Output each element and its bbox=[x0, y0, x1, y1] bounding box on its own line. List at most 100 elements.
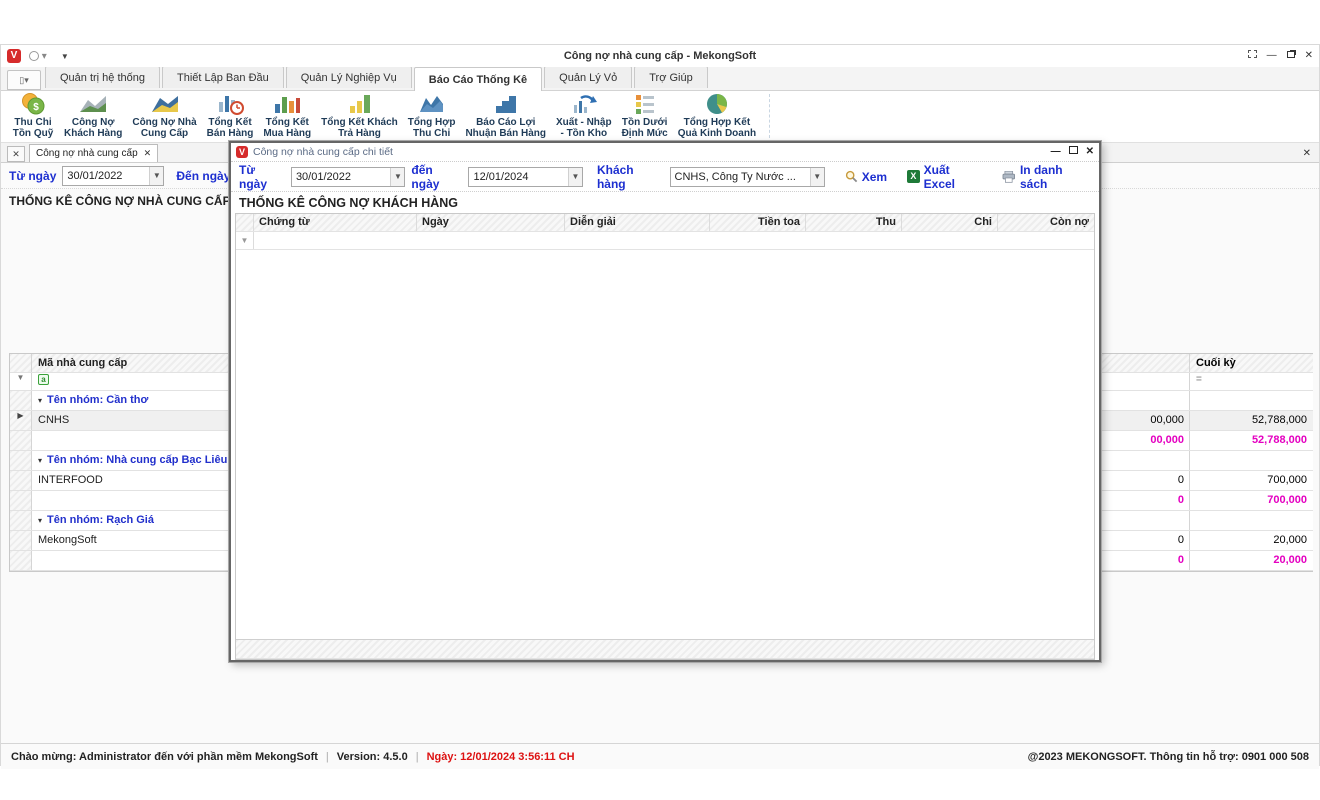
tab-close-icon[interactable]: ✕ bbox=[144, 145, 152, 162]
export-excel-button[interactable]: X Xuất Excel bbox=[907, 163, 982, 191]
area-blue-icon bbox=[150, 92, 180, 116]
customer-value: CNHS, Công Ty Nước ... bbox=[671, 171, 810, 183]
column-header-chungtu[interactable]: Chứng từ bbox=[254, 214, 417, 231]
main-from-date-value: 30/01/2022 bbox=[63, 170, 149, 182]
export-excel-label: Xuất Excel bbox=[924, 163, 983, 191]
app-logo-icon: V bbox=[7, 49, 21, 63]
toolbar-button-label: Công Nợ Khách Hàng bbox=[64, 117, 122, 139]
group-total-cuoi-ky: 20,000 bbox=[1190, 551, 1313, 570]
row-indicator bbox=[10, 491, 32, 510]
area-gray-icon bbox=[78, 92, 108, 116]
tabstrip-close-button[interactable]: ✕ bbox=[1303, 146, 1311, 162]
tab-cong-no-nha-cung-cap[interactable]: Công nợ nhà cung cấp ✕ bbox=[29, 144, 158, 162]
collapse-arrow-icon[interactable]: ▾ bbox=[38, 396, 42, 405]
toolbar-button-bars-multi[interactable]: Tổng Kết Mua Hàng bbox=[258, 91, 316, 140]
dialog-logo-icon: V bbox=[236, 146, 248, 158]
autofilter-pin-icon[interactable]: ▼ bbox=[236, 232, 254, 249]
toolbar-button-solid-chart[interactable]: Báo Cáo Lợi Nhuận Bán Hàng bbox=[460, 91, 551, 140]
value-cell: 0 bbox=[1102, 471, 1190, 490]
collapse-arrow-icon[interactable]: ▾ bbox=[38, 516, 42, 525]
supplier-debt-detail-dialog: V Công nợ nhà cung cấp chi tiết — ✕ Từ n… bbox=[229, 141, 1101, 662]
group-header-row-right bbox=[1102, 391, 1313, 411]
menu-tab-báo-cáo-thống-kê[interactable]: Báo Cáo Thống Kê bbox=[414, 67, 542, 91]
dialog-close-button[interactable]: ✕ bbox=[1086, 146, 1094, 158]
group-total-value: 00,000 bbox=[1102, 431, 1190, 450]
circle-icon bbox=[29, 51, 39, 61]
group-name: Tên nhóm: Cần thơ bbox=[47, 394, 148, 406]
menu-tab-quản-lý-nghiệp-vụ[interactable]: Quản Lý Nghiệp Vụ bbox=[286, 66, 412, 88]
menu-tab-quản-lý-vỏ[interactable]: Quản Lý Vỏ bbox=[544, 66, 632, 88]
column-header-cuoi-ky[interactable]: Cuối kỳ bbox=[1190, 354, 1313, 372]
cuoi-ky-cell: 52,788,000 bbox=[1190, 411, 1313, 430]
coins-icon: $ bbox=[18, 92, 48, 116]
menu-tab-quản-trị-hệ-thống[interactable]: Quản trị hệ thống bbox=[45, 66, 160, 88]
collapse-arrow-icon[interactable]: ▾ bbox=[38, 456, 42, 465]
menu-tab-thiết-lập-ban-đầu[interactable]: Thiết Lập Ban Đầu bbox=[162, 66, 284, 88]
row-indicator bbox=[10, 391, 32, 410]
toolbar-button-area-gray[interactable]: Công Nợ Khách Hàng bbox=[59, 91, 127, 140]
toolbar-button-mountain[interactable]: Tổng Hợp Thu Chi bbox=[403, 91, 461, 140]
toolbar-button-pie[interactable]: Tổng Hợp Kết Quả Kinh Doanh bbox=[673, 91, 761, 140]
dialog-to-date-combo[interactable]: 12/01/2024 ▼ bbox=[468, 167, 582, 187]
column-header-chi[interactable]: Chi bbox=[902, 214, 998, 231]
table-empty-space bbox=[236, 250, 1094, 639]
row-indicator bbox=[10, 431, 32, 450]
group-total-row-right: 0700,000 bbox=[1102, 491, 1313, 511]
toolbar-button-label: Tồn Dưới Định Mức bbox=[622, 117, 668, 139]
autofilter-pin-icon[interactable]: ▼ bbox=[10, 373, 32, 390]
toolbar-button-bar-clock[interactable]: Tổng Kết Bán Hàng bbox=[202, 91, 259, 140]
toolbar-button-list[interactable]: Tồn Dưới Định Mức bbox=[617, 91, 673, 140]
supplier-row-right[interactable]: 00,00052,788,000 bbox=[1102, 411, 1313, 431]
value-cell: 0 bbox=[1102, 531, 1190, 550]
cuoi-ky-cell: 700,000 bbox=[1190, 471, 1313, 490]
group-name: Tên nhóm: Rạch Giá bbox=[47, 514, 154, 526]
toolbar-button-bars-green[interactable]: Tổng Kết Khách Trả Hàng bbox=[316, 91, 403, 140]
focus-mode-button[interactable] bbox=[1248, 50, 1257, 62]
text-filter-icon: a bbox=[38, 374, 49, 385]
column-header-thu[interactable]: Thu bbox=[806, 214, 902, 231]
bars-multi-icon bbox=[272, 92, 302, 116]
menu-tab-trợ-giúp[interactable]: Trợ Giúp bbox=[634, 66, 707, 88]
column-header-ngay[interactable]: Ngày bbox=[417, 214, 565, 231]
close-button[interactable]: ✕ bbox=[1305, 50, 1313, 62]
toolbar-separator bbox=[769, 94, 770, 138]
supplier-row-right[interactable]: 020,000 bbox=[1102, 531, 1313, 551]
value-cell: 00,000 bbox=[1102, 411, 1190, 430]
dialog-maximize-button[interactable] bbox=[1069, 146, 1078, 158]
filter-cell[interactable]: = bbox=[1190, 373, 1313, 390]
supplier-row-right[interactable]: 0700,000 bbox=[1102, 471, 1313, 491]
customer-label: Khách hàng bbox=[597, 163, 664, 191]
filter-cell[interactable] bbox=[1102, 373, 1190, 390]
group-total-value: 0 bbox=[1102, 551, 1190, 570]
close-all-tabs-button[interactable]: ✕ bbox=[7, 146, 25, 162]
toolbar-options-button[interactable]: ▼ bbox=[61, 52, 69, 61]
quick-access-button[interactable]: ▾ bbox=[29, 51, 47, 62]
dialog-title-bar[interactable]: V Công nợ nhà cung cấp chi tiết — ✕ bbox=[231, 143, 1099, 162]
group-header-row-right bbox=[1102, 451, 1313, 471]
print-list-button[interactable]: In danh sách bbox=[1002, 163, 1091, 191]
group-total-cuoi-ky: 52,788,000 bbox=[1190, 431, 1313, 450]
toolbar-button-coins[interactable]: $Thu Chi Tồn Quỹ bbox=[7, 91, 59, 140]
chevron-down-icon: ▼ bbox=[390, 168, 404, 186]
main-from-date-combo[interactable]: 30/01/2022 ▼ bbox=[62, 166, 164, 186]
group-name: Tên nhóm: Nhà cung cấp Bạc Liêu bbox=[47, 454, 227, 466]
ribbon-menu-button[interactable]: ▯▾ bbox=[7, 70, 41, 90]
view-button[interactable]: Xem bbox=[845, 170, 887, 184]
column-header-conno[interactable]: Còn nợ bbox=[998, 214, 1094, 231]
toolbar-button-label: Báo Cáo Lợi Nhuận Bán Hàng bbox=[465, 117, 546, 139]
row-indicator: ▶ bbox=[10, 411, 32, 430]
grid-corner bbox=[10, 354, 32, 372]
dialog-minimize-button[interactable]: — bbox=[1051, 146, 1061, 158]
minimize-button[interactable]: — bbox=[1267, 50, 1277, 62]
toolbar-button-bars-arrow[interactable]: Xuất - Nhập - Tồn Kho bbox=[551, 91, 617, 140]
column-header-tientoa[interactable]: Tiền toa bbox=[710, 214, 806, 231]
toolbar-button-label: Tổng Hợp Kết Quả Kinh Doanh bbox=[678, 117, 756, 139]
dialog-from-date-combo[interactable]: 30/01/2022 ▼ bbox=[291, 167, 405, 187]
restore-button[interactable] bbox=[1287, 50, 1295, 62]
window-title: Công nợ nhà cung cấp - MekongSoft bbox=[1, 50, 1319, 62]
column-header-diengiai[interactable]: Diễn giải bbox=[565, 214, 710, 231]
customer-combo[interactable]: CNHS, Công Ty Nước ... ▼ bbox=[670, 167, 825, 187]
toolbar-button-area-blue[interactable]: Công Nợ Nhà Cung Cấp bbox=[127, 91, 201, 140]
dialog-section-title: THỐNG KÊ CÔNG NỢ KHÁCH HÀNG bbox=[231, 192, 1099, 213]
dialog-from-date-label: Từ ngày bbox=[239, 163, 285, 191]
